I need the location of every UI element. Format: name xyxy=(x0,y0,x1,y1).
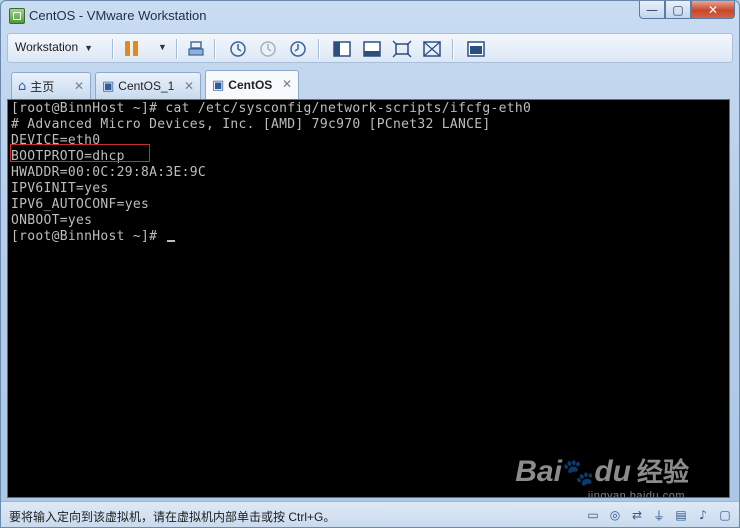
snapshot-icon[interactable] xyxy=(228,39,248,59)
minimize-button[interactable]: — xyxy=(639,1,665,19)
window-controls: — ▢ ✕ xyxy=(639,1,735,19)
console-line: IPV6_AUTOCONF=yes xyxy=(11,197,150,212)
watermark-url: jingyan.baidu.com xyxy=(587,490,685,498)
watermark-brand: Bai xyxy=(515,455,562,488)
pause-icon[interactable] xyxy=(125,41,139,56)
close-tab-icon[interactable]: ✕ xyxy=(184,79,194,93)
show-library-icon[interactable] xyxy=(332,39,352,59)
vmware-app-icon xyxy=(9,8,25,24)
highlight-box xyxy=(10,144,150,162)
close-tab-icon[interactable]: ✕ xyxy=(74,79,84,93)
tab-home[interactable]: ⌂ 主页 ✕ xyxy=(11,72,91,99)
title-bar: CentOS - VMware Workstation — ▢ ✕ xyxy=(1,1,739,31)
toolbar-divider xyxy=(176,39,178,59)
hard-disk-icon[interactable]: ▭ xyxy=(585,507,601,523)
console-line: HWADDR=00:0C:29:8A:3E:9C xyxy=(11,165,207,180)
usb-icon[interactable]: ⏚ xyxy=(651,507,667,523)
sound-icon[interactable]: ♪ xyxy=(695,507,711,523)
toolbar-divider xyxy=(318,39,320,59)
send-ctrl-alt-del-icon[interactable] xyxy=(186,39,206,59)
console-prompt: [root@BinnHost ~]# xyxy=(11,229,166,244)
tab-label: 主页 xyxy=(30,79,55,94)
tab-label: CentOS_1 xyxy=(118,79,175,93)
printer-icon[interactable]: ▤ xyxy=(673,507,689,523)
text-cursor xyxy=(167,240,176,242)
full-screen-icon[interactable] xyxy=(392,39,412,59)
console-line: # Advanced Micro Devices, Inc. [AMD] 79c… xyxy=(11,117,491,132)
watermark-brand-end: du xyxy=(594,455,631,488)
maximize-button[interactable]: ▢ xyxy=(665,1,691,19)
workstation-menu[interactable]: Workstation ▼ xyxy=(15,40,93,54)
main-toolbar: Workstation ▼ ▼ xyxy=(7,33,733,63)
revert-snapshot-icon[interactable] xyxy=(258,39,278,59)
console-line: IPV6INIT=yes xyxy=(11,181,109,196)
tab-centos[interactable]: ▣ CentOS ✕ xyxy=(205,70,299,99)
home-icon: ⌂ xyxy=(18,78,27,94)
unity-icon[interactable] xyxy=(422,39,442,59)
tab-centos-1[interactable]: ▣ CentOS_1 ✕ xyxy=(95,72,201,99)
device-status-icons: ▭ ◎ ⇄ ⏚ ▤ ♪ ▢ xyxy=(585,507,733,523)
baidu-watermark: Bai🐾du 经验 jingyan.baidu.com xyxy=(515,452,689,497)
toolbar-divider xyxy=(112,39,114,59)
workstation-menu-label: Workstation xyxy=(15,40,79,54)
power-dropdown-icon[interactable]: ▼ xyxy=(158,42,167,52)
vm-tab-strip: ⌂ 主页 ✕ ▣ CentOS_1 ✕ ▣ CentOS ✕ xyxy=(7,69,733,99)
display-icon[interactable]: ▢ xyxy=(717,507,733,523)
status-bar: 要将输入定向到该虚拟机，请在虚拟机内部单击或按 Ctrl+G。 ▭ ◎ ⇄ ⏚ … xyxy=(1,501,739,527)
close-button[interactable]: ✕ xyxy=(691,1,735,19)
network-adapter-icon[interactable]: ⇄ xyxy=(629,507,645,523)
cd-dvd-icon[interactable]: ◎ xyxy=(607,507,623,523)
watermark-cn: 经验 xyxy=(636,457,689,487)
snapshot-manager-icon[interactable] xyxy=(288,39,308,59)
vm-icon: ▣ xyxy=(212,77,225,93)
console-prompt-line: [root@BinnHost ~]# xyxy=(11,229,176,244)
toolbar-divider xyxy=(452,39,454,59)
status-text: 要将输入定向到该虚拟机，请在虚拟机内部单击或按 Ctrl+G。 xyxy=(9,510,336,524)
vm-console[interactable]: [root@BinnHost ~]# cat /etc/sysconfig/ne… xyxy=(7,99,730,498)
vmware-window: CentOS - VMware Workstation — ▢ ✕ Workst… xyxy=(0,0,740,528)
window-title: CentOS - VMware Workstation xyxy=(29,8,207,23)
console-line: ONBOOT=yes xyxy=(11,213,93,228)
console-view-icon[interactable] xyxy=(466,39,486,59)
tab-label: CentOS xyxy=(228,78,273,92)
vm-icon: ▣ xyxy=(102,78,115,94)
close-tab-icon[interactable]: ✕ xyxy=(282,77,292,91)
thumbnail-bar-icon[interactable] xyxy=(362,39,382,59)
console-line: [root@BinnHost ~]# cat /etc/sysconfig/ne… xyxy=(11,101,532,116)
toolbar-divider xyxy=(214,39,216,59)
chevron-down-icon: ▼ xyxy=(84,43,94,53)
paw-icon: 🐾 xyxy=(561,457,595,487)
